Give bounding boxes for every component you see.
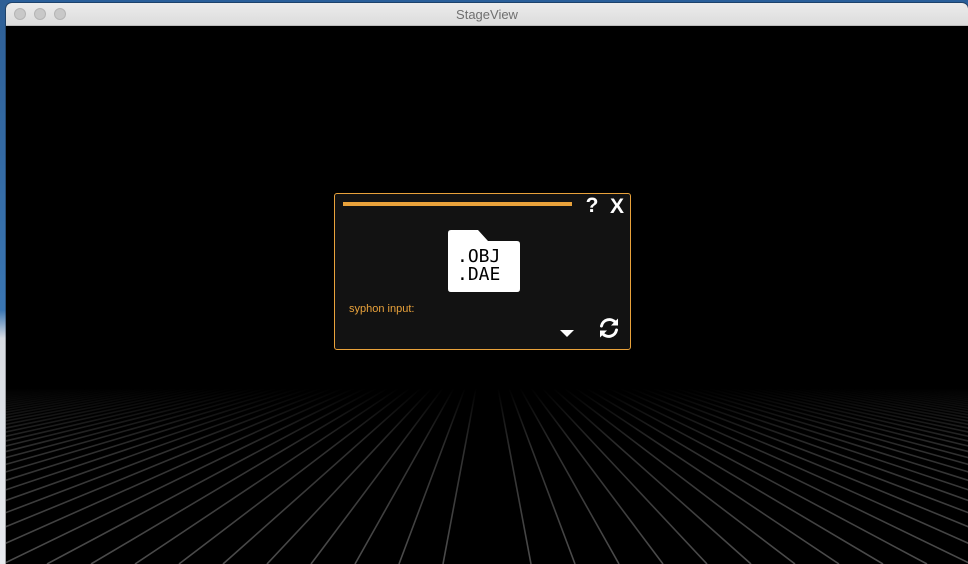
model-loader-dialog: ? X .OBJ .DAE syphon input: xyxy=(334,193,631,350)
close-dialog-button[interactable]: X xyxy=(607,196,627,218)
close-window-button[interactable] xyxy=(14,8,26,20)
window-title: StageView xyxy=(456,6,518,22)
minimize-window-button[interactable] xyxy=(34,8,46,20)
file-type-dae: .DAE xyxy=(457,264,501,285)
obj-dae-file-icon[interactable]: .OBJ .DAE xyxy=(448,230,521,292)
app-window: StageView ? X .OBJ .DAE syphon input: xyxy=(6,3,968,564)
floor-grid-lines xyxy=(6,387,968,564)
syphon-input-label: syphon input: xyxy=(349,303,415,315)
window-controls xyxy=(14,8,66,20)
progress-bar xyxy=(343,202,572,206)
caret-down-icon[interactable] xyxy=(560,325,574,337)
stage-viewport[interactable]: ? X .OBJ .DAE syphon input: xyxy=(6,26,968,564)
refresh-icon[interactable] xyxy=(597,316,621,340)
title-bar[interactable]: StageView xyxy=(6,3,968,26)
help-button[interactable]: ? xyxy=(583,195,601,217)
zoom-window-button[interactable] xyxy=(54,8,66,20)
